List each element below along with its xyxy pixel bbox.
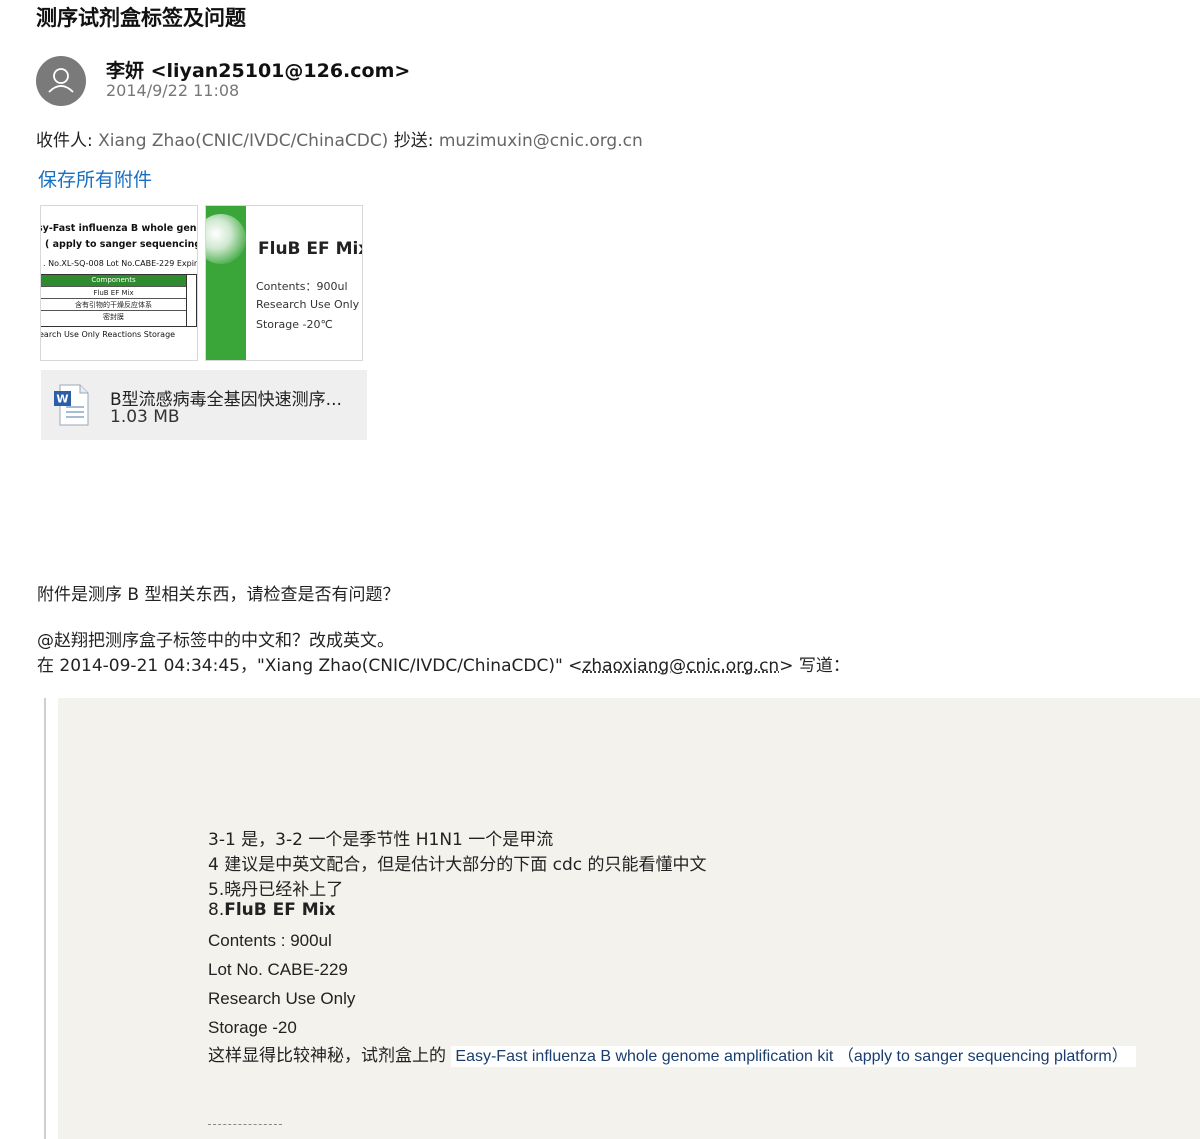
save-all-attachments-link[interactable]: 保存所有附件 [38,165,152,192]
quote-line: 3-1 是，3-2 一个是季节性 H1N1 一个是甲流 [208,830,554,850]
to-label: 收件人: [36,131,93,151]
label-research: Research Use Only [256,298,360,311]
kit-footer-text: earch Use Only Reactions Storage [40,330,176,339]
sent-date: 2014/9/22 11:08 [106,81,240,100]
person-icon [48,68,74,93]
quote-line: Storage -20 [208,1018,297,1037]
components-header: Components [41,275,186,286]
body-line: 附件是测序 B 型相关东西，请检查是否有问题？ [37,585,400,605]
label-storage: Storage -20℃ [256,318,333,331]
reply-header: 在 2014-09-21 04:34:45，"Xiang Zhao(CNIC/I… [37,651,850,676]
quote-item-bold: FluB EF Mix [224,900,336,920]
word-document-icon: W [54,384,89,426]
label-contents: Contents：900ul [256,280,348,293]
reply-email-link[interactable]: zhaoxiang@cnic.org.cn [582,656,779,676]
quote-bar [44,698,46,1139]
body-line: @赵翔把测序盒子标签中的中文和？改成英文。 [37,631,394,651]
cc-recipient[interactable]: muzimuxin@cnic.org.cn [439,131,643,151]
kit-lot-text: . No.XL-SQ-008 Lot No.CABE-229 Expiry [43,259,198,268]
quote-line: Contents : 900ul [208,931,332,950]
quote-line: 5.晓丹已经补上了 [208,880,344,900]
recipients-line: 收件人: Xiang Zhao(CNIC/IVDC/ChinaCDC) 抄送: … [36,126,643,151]
to-recipient[interactable]: Xiang Zhao(CNIC/IVDC/ChinaCDC) [98,131,388,151]
quote-line: 这样显得比较神秘，试剂盒上的 Easy-Fast influenza B who… [208,1041,1136,1067]
components-table: Components FluB EF Mix 含有引物的干燥反应体系 密封膜 [41,274,197,327]
component-row: 密封膜 [41,310,186,323]
kit-name-highlight: Easy-Fast influenza B whole genome ampli… [451,1046,1136,1067]
kit-title-text: sy-Fast influenza B whole genom [40,223,197,234]
attachment-size: 1.03 MB [110,407,180,427]
quote-line: 4 建议是中英文配合，但是估计大部分的下面 cdc 的只能看懂中文 [208,855,707,875]
quote-line: 8.FluB EF Mix [208,900,336,920]
reply-suffix: > 写道： [779,656,850,676]
quote-item-number: 8. [208,900,225,920]
label-title: FluB EF Mix [258,239,363,259]
file-attachment[interactable]: W B型流感病毒全基因快速测序... 1.03 MB [41,370,367,440]
signature-divider [208,1124,282,1125]
svg-text:W: W [56,393,68,406]
image-attachment-flub-label[interactable]: FluB EF Mix Contents：900ul Research Use … [205,205,363,361]
kit-subtitle-text: ( apply to sanger sequencing pl [45,239,198,250]
quote-prefix: 这样显得比较神秘，试剂盒上的 [208,1046,452,1066]
quote-line: Research Use Only [208,989,356,1008]
sender-name[interactable]: 李妍 <liyan25101@126.com> [106,56,410,83]
email-subject: 测序试剂盒标签及问题 [36,6,246,30]
reply-prefix: 在 2014-09-21 04:34:45，"Xiang Zhao(CNIC/I… [37,656,583,676]
quote-line: Lot No. CABE-229 [208,960,348,979]
cc-label: 抄送: [393,131,434,151]
image-attachment-kit-label[interactable]: sy-Fast influenza B whole genom ( apply … [40,205,198,361]
sender-avatar [36,56,86,106]
